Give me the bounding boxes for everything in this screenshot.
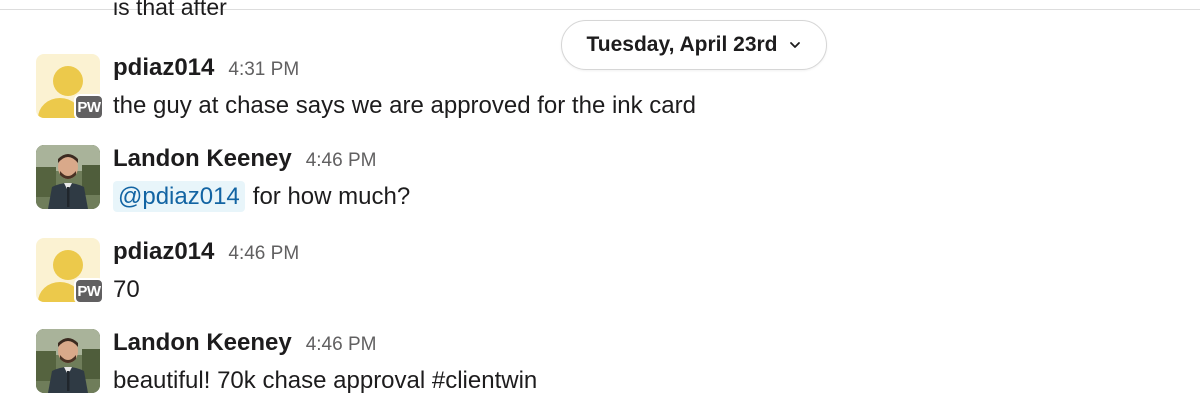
message-text: 70	[113, 276, 140, 303]
avatar-head-shape	[53, 66, 83, 96]
previous-message-text: is that after	[113, 0, 227, 20]
sender-name[interactable]: pdiaz014	[113, 54, 214, 82]
message-text: @pdiaz014 for how much?	[113, 181, 411, 212]
message-item[interactable]: Landon Keeney 4:46 PM @pdiaz014 for how m…	[0, 145, 1200, 235]
message-item[interactable]: PW pdiaz014 4:31 PM the guy at chase say…	[0, 54, 1200, 144]
avatar-badge: PW	[74, 94, 104, 120]
message-timestamp[interactable]: 4:46 PM	[228, 243, 299, 265]
message-item[interactable]: PW pdiaz014 4:46 PM 70	[0, 238, 1200, 328]
message-timestamp[interactable]: 4:46 PM	[306, 150, 377, 172]
sender-name[interactable]: Landon Keeney	[113, 329, 292, 357]
chevron-down-icon	[788, 38, 802, 52]
message-text-body: for how much?	[252, 183, 411, 210]
message-text: the guy at chase says we are approved fo…	[113, 92, 696, 119]
avatar[interactable]	[36, 329, 100, 393]
sender-name[interactable]: Landon Keeney	[113, 145, 292, 173]
message-timestamp[interactable]: 4:46 PM	[306, 334, 377, 356]
avatar-head-shape	[53, 250, 83, 280]
message-item[interactable]: Landon Keeney 4:46 PM beautiful! 70k cha…	[0, 329, 1200, 419]
sender-name[interactable]: pdiaz014	[113, 238, 214, 266]
avatar-badge: PW	[74, 278, 104, 304]
message-text: beautiful! 70k chase approval #clientwin	[113, 367, 538, 394]
avatar[interactable]	[36, 145, 100, 209]
message-timestamp[interactable]: 4:31 PM	[228, 59, 299, 81]
user-mention[interactable]: @pdiaz014	[113, 181, 245, 212]
